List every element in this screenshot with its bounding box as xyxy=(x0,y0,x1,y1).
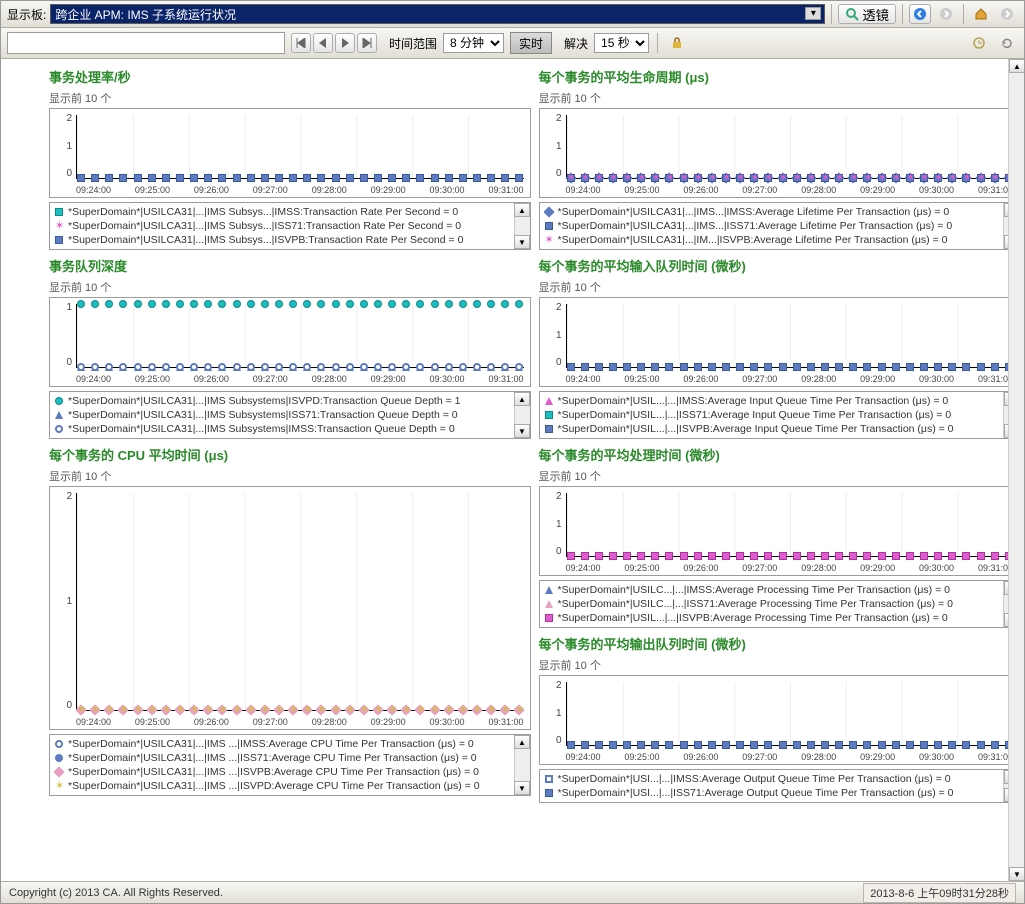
chart-panel-qdepth: 事务队列深度显示前 10 个 1009:24:0009:25:0009:26:00… xyxy=(49,254,531,439)
legend-item[interactable]: ✶*SuperDomain*|USILCA31|...|IM...|ISVPB:… xyxy=(544,233,1002,247)
chart-panel-proc: 每个事务的平均处理时间 (微秒)显示前 10 个 21009:24:0009:25… xyxy=(539,443,1021,628)
chart-panel-rate: 事务处理率/秒显示前 10 个 21009:24:0009:25:0009:26:… xyxy=(49,65,531,250)
chart-panel-outq: 每个事务的平均输出队列时间 (微秒)显示前 10 个 21009:24:0009:… xyxy=(539,632,1021,803)
legend-item[interactable]: *SuperDomain*|USILCA31|...|IMS ...|ISVPB… xyxy=(54,765,512,779)
refresh-icon[interactable] xyxy=(996,33,1018,53)
legend-item[interactable]: *SuperDomain*|USILCA31|...|IMS ...|ISS71… xyxy=(54,751,512,765)
legend-item[interactable]: *SuperDomain*|USILCA31|...|IMS Subsys...… xyxy=(54,233,512,247)
legend-item[interactable]: *SuperDomain*|USILC...|...|IMSS:Average … xyxy=(544,583,1002,597)
chart-panel-cpu: 每个事务的 CPU 平均时间 (μs)显示前 10 个 21009:24:0009… xyxy=(49,443,531,796)
top-toolbar: 显示板: 透镜 xyxy=(1,1,1024,28)
chart-plot[interactable]: 21009:24:0009:25:0009:26:0009:27:0009:28… xyxy=(539,108,1021,198)
dashboard-area: 事务处理率/秒显示前 10 个21009:24:0009:25:0009:26:… xyxy=(1,59,1024,881)
chart-legend: *SuperDomain*|USILCA31|...|IMS Subsystem… xyxy=(49,391,531,439)
path-input[interactable] xyxy=(7,32,285,54)
legend-scrollbar[interactable]: ▲▼ xyxy=(514,203,530,249)
chart-subtitle: 显示前 10 个 xyxy=(539,657,1021,673)
board-label: 显示板: xyxy=(7,6,46,23)
chart-title: 每个事务的平均输出队列时间 (微秒) xyxy=(539,632,1021,657)
legend-item[interactable]: *SuperDomain*|USILCA31|...|IMS Subsystem… xyxy=(54,408,512,422)
legend-item[interactable]: *SuperDomain*|USILCA31|...|IMS...|IMSS:A… xyxy=(544,205,1002,219)
chart-title: 每个事务的平均生命周期 (μs) xyxy=(539,65,1021,90)
board-select[interactable] xyxy=(50,4,825,24)
status-bar: Copyright (c) 2013 CA. All Rights Reserv… xyxy=(1,881,1024,903)
chart-legend: *SuperDomain*|USILC...|...|IMSS:Average … xyxy=(539,580,1021,628)
legend-item[interactable]: *SuperDomain*|USILCA31|...|IMS Subsystem… xyxy=(54,394,512,408)
nav-fwd-button-2[interactable] xyxy=(996,4,1018,24)
legend-item[interactable]: *SuperDomain*|USIL...|...|IMSS:Average I… xyxy=(544,394,1002,408)
chart-legend: *SuperDomain*|USILCA31|...|IMS Subsys...… xyxy=(49,202,531,250)
chart-plot[interactable]: 21009:24:0009:25:0009:26:0009:27:0009:28… xyxy=(539,297,1021,387)
legend-item[interactable]: *SuperDomain*|USILCA31|...|IMS Subsys...… xyxy=(54,205,512,219)
dash-scrollbar[interactable]: ▲ ▼ xyxy=(1008,59,1024,881)
chart-plot[interactable]: 21009:24:0009:25:0009:26:0009:27:0009:28… xyxy=(49,108,531,198)
scroll-up-icon[interactable]: ▲ xyxy=(514,735,530,749)
scroll-up-icon[interactable]: ▲ xyxy=(514,203,530,217)
chart-plot[interactable]: 21009:24:0009:25:0009:26:0009:27:0009:28… xyxy=(539,675,1021,765)
chart-subtitle: 显示前 10 个 xyxy=(539,90,1021,106)
legend-item[interactable]: *SuperDomain*|USIL...|...|ISS71:Average … xyxy=(544,408,1002,422)
chart-legend: *SuperDomain*|USILCA31|...|IMS...|IMSS:A… xyxy=(539,202,1021,250)
chart-legend: *SuperDomain*|USI...|...|IMSS:Average Ou… xyxy=(539,769,1021,803)
lock-icon[interactable] xyxy=(666,33,688,53)
chart-subtitle: 显示前 10 个 xyxy=(49,90,531,106)
chart-panel-inq: 每个事务的平均输入队列时间 (微秒)显示前 10 个 21009:24:0009:… xyxy=(539,254,1021,439)
scroll-down-icon[interactable]: ▼ xyxy=(514,235,530,249)
legend-item[interactable]: *SuperDomain*|USIL...|...|ISVPB:Average … xyxy=(544,422,1002,436)
legend-scrollbar[interactable]: ▲▼ xyxy=(514,392,530,438)
chart-title: 事务队列深度 xyxy=(49,254,531,279)
chart-plot[interactable]: 21009:24:0009:25:0009:26:0009:27:0009:28… xyxy=(49,486,531,730)
legend-item[interactable]: *SuperDomain*|USI...|...|IMSS:Average Ou… xyxy=(544,772,1002,786)
resolve-select[interactable]: 15 秒 xyxy=(594,33,649,53)
lens-button[interactable]: 透镜 xyxy=(838,4,896,24)
last-button[interactable] xyxy=(357,33,377,53)
legend-item[interactable]: *SuperDomain*|USILCA31|...|IMS Subsystem… xyxy=(54,422,512,436)
legend-item[interactable]: *SuperDomain*|USILC...|...|ISS71:Average… xyxy=(544,597,1002,611)
chart-plot[interactable]: 1009:24:0009:25:0009:26:0009:27:0009:28:… xyxy=(49,297,531,387)
legend-item[interactable]: *SuperDomain*|USI...|...|ISS71:Average O… xyxy=(544,786,1002,800)
legend-scrollbar[interactable]: ▲▼ xyxy=(514,735,530,795)
chart-subtitle: 显示前 10 个 xyxy=(49,279,531,295)
scroll-down-icon[interactable]: ▼ xyxy=(514,781,530,795)
chart-plot[interactable]: 21009:24:0009:25:0009:26:0009:27:0009:28… xyxy=(539,486,1021,576)
scroll-up-icon[interactable]: ▲ xyxy=(1009,59,1024,73)
chart-subtitle: 显示前 10 个 xyxy=(539,468,1021,484)
legend-item[interactable]: ✶*SuperDomain*|USILCA31|...|IMS ...|ISVP… xyxy=(54,779,512,793)
first-button[interactable] xyxy=(291,33,311,53)
nav-back-button[interactable] xyxy=(909,4,931,24)
copyright-text: Copyright (c) 2013 CA. All Rights Reserv… xyxy=(9,887,223,899)
chart-subtitle: 显示前 10 个 xyxy=(49,468,531,484)
chart-subtitle: 显示前 10 个 xyxy=(539,279,1021,295)
chart-title: 每个事务的平均输入队列时间 (微秒) xyxy=(539,254,1021,279)
timestamp-text: 2013-8-6 上午09时31分28秒 xyxy=(863,883,1016,903)
sub-toolbar: 时间范围 8 分钟 实时 解决 15 秒 xyxy=(1,28,1024,59)
time-range-select[interactable]: 8 分钟 xyxy=(443,33,504,53)
legend-item[interactable]: *SuperDomain*|USILCA31|...|IMS ...|IMSS:… xyxy=(54,737,512,751)
chart-legend: *SuperDomain*|USILCA31|...|IMS ...|IMSS:… xyxy=(49,734,531,796)
time-range-label: 时间范围 xyxy=(389,35,437,52)
scroll-down-icon[interactable]: ▼ xyxy=(1009,867,1024,881)
resolve-label: 解决 xyxy=(564,35,588,52)
chart-title: 事务处理率/秒 xyxy=(49,65,531,90)
chart-legend: *SuperDomain*|USIL...|...|IMSS:Average I… xyxy=(539,391,1021,439)
realtime-button[interactable]: 实时 xyxy=(510,32,552,54)
nav-fwd-button[interactable] xyxy=(935,4,957,24)
chart-title: 每个事务的平均处理时间 (微秒) xyxy=(539,443,1021,468)
legend-item[interactable]: *SuperDomain*|USILCA31|...|IMS...|ISS71:… xyxy=(544,219,1002,233)
chart-panel-life: 每个事务的平均生命周期 (μs)显示前 10 个 21009:24:0009:25… xyxy=(539,65,1021,250)
scroll-down-icon[interactable]: ▼ xyxy=(514,424,530,438)
chart-title: 每个事务的 CPU 平均时间 (μs) xyxy=(49,443,531,468)
prev-button[interactable] xyxy=(313,33,333,53)
legend-item[interactable]: *SuperDomain*|USIL...|...|ISVPB:Average … xyxy=(544,611,1002,625)
clock-icon[interactable] xyxy=(968,33,990,53)
scroll-up-icon[interactable]: ▲ xyxy=(514,392,530,406)
next-button[interactable] xyxy=(335,33,355,53)
home-button[interactable] xyxy=(970,4,992,24)
legend-item[interactable]: ✶*SuperDomain*|USILCA31|...|IMS Subsys..… xyxy=(54,219,512,233)
